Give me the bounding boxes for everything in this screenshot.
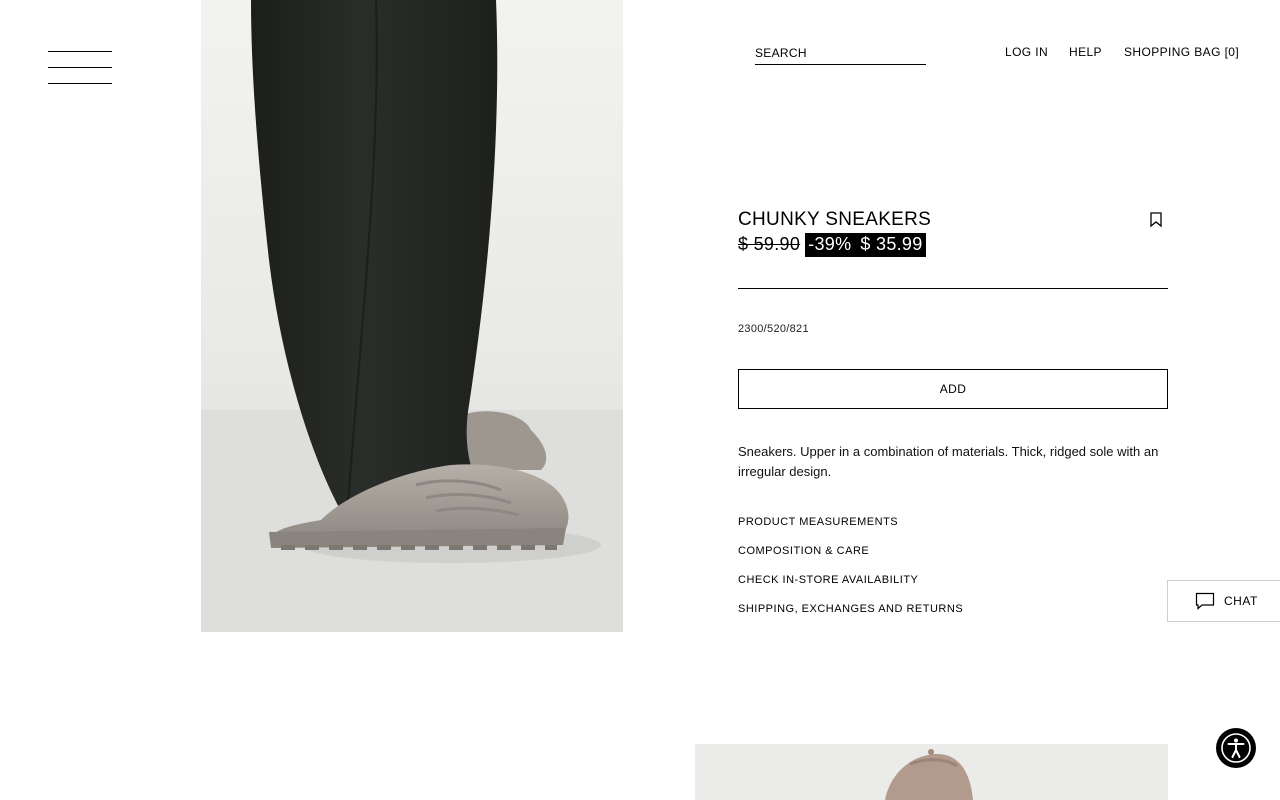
- accessibility-icon[interactable]: [1216, 728, 1256, 768]
- shopping-bag-label: SHOPPING BAG: [1124, 45, 1221, 59]
- chat-label: CHAT: [1224, 594, 1258, 608]
- accessibility-figure-icon: [1221, 733, 1251, 763]
- original-price: $ 59.90: [738, 234, 801, 254]
- help-link[interactable]: HELP: [1069, 45, 1102, 59]
- login-link[interactable]: LOG IN: [1005, 45, 1048, 59]
- bookmark-icon[interactable]: [1149, 212, 1163, 228]
- add-to-bag-button[interactable]: ADD: [738, 369, 1168, 409]
- sale-badge: -39% $ 35.99: [805, 232, 926, 257]
- menu-line: [48, 83, 112, 84]
- product-measurements-link[interactable]: PRODUCT MEASUREMENTS: [738, 516, 898, 528]
- shopping-bag-count: [0]: [1224, 45, 1240, 59]
- sale-price: $ 35.99: [860, 233, 923, 254]
- menu-line: [48, 51, 112, 52]
- divider: [738, 288, 1168, 289]
- chat-button[interactable]: CHAT: [1167, 580, 1280, 622]
- product-photo: [201, 0, 623, 632]
- product-image[interactable]: [201, 0, 623, 632]
- shopping-bag-link[interactable]: SHOPPING BAG [0]: [1124, 45, 1239, 59]
- search-field[interactable]: [755, 44, 926, 65]
- shipping-returns-link[interactable]: SHIPPING, EXCHANGES AND RETURNS: [738, 603, 963, 615]
- product-title: CHUNKY SNEAKERS: [738, 209, 932, 230]
- discount-percent: -39%: [808, 233, 852, 254]
- menu-line: [48, 67, 112, 68]
- search-input[interactable]: [755, 45, 926, 61]
- hamburger-menu-icon[interactable]: [48, 51, 112, 85]
- price-block: $ 59.90 -39% $ 35.99: [738, 232, 926, 257]
- product-reference: 2300/520/821: [738, 323, 809, 335]
- product-description: Sneakers. Upper in a combination of mate…: [738, 444, 1159, 479]
- in-store-availability-link[interactable]: CHECK IN-STORE AVAILABILITY: [738, 574, 918, 586]
- secondary-product-photo: [695, 744, 1168, 800]
- bookmark-icon-graphic: [1150, 212, 1162, 228]
- secondary-product-image[interactable]: [695, 744, 1168, 800]
- chat-bubble-icon: [1195, 592, 1215, 610]
- composition-care-link[interactable]: COMPOSITION & CARE: [738, 545, 869, 557]
